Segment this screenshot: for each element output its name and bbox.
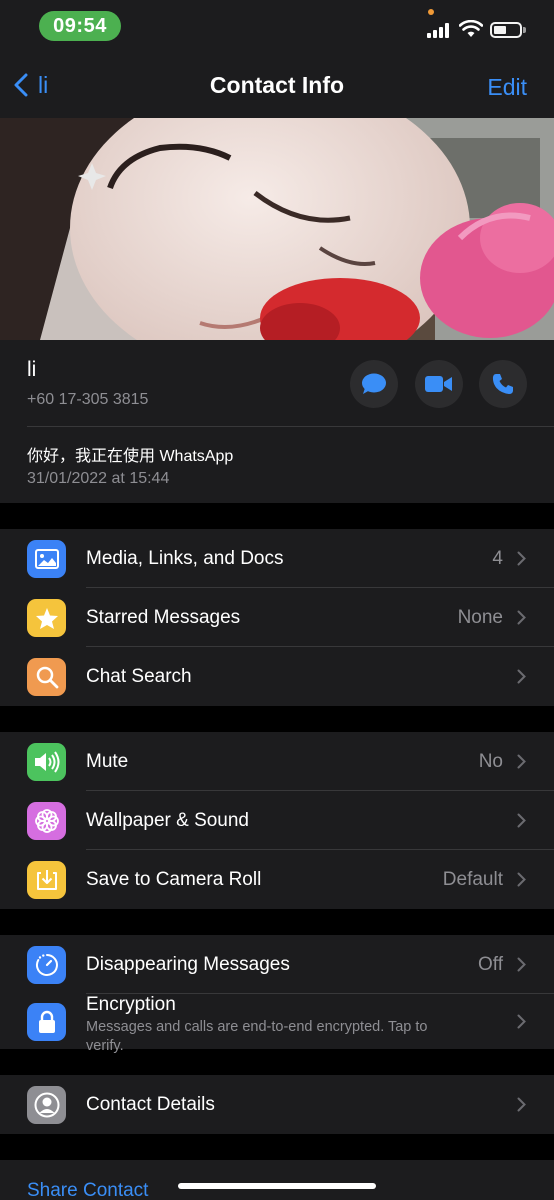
- starred-messages-label: Starred Messages: [86, 606, 241, 628]
- person-circle-icon: [27, 1086, 66, 1124]
- video-call-button[interactable]: [415, 360, 463, 408]
- lock-icon: [27, 1003, 66, 1041]
- save-camera-roll-value: Default: [442, 868, 503, 890]
- wifi-icon: [459, 20, 483, 37]
- cellular-signal-icon: [427, 22, 453, 38]
- contact-name: li: [27, 358, 37, 381]
- privacy-indicator-dot: [428, 9, 434, 15]
- contact-details-group: Contact Details: [0, 1075, 554, 1134]
- mute-value: No: [478, 750, 503, 772]
- status-bar: 09:54: [0, 0, 554, 52]
- contact-phone[interactable]: +60 17-305 3815: [27, 391, 148, 409]
- disappearing-messages-row[interactable]: Disappearing Messages Off: [0, 935, 554, 994]
- chevron-right-icon: [517, 1097, 526, 1112]
- mute-row[interactable]: Mute No: [0, 732, 554, 791]
- encryption-row[interactable]: Encryption Messages and calls are end-to…: [0, 994, 554, 1054]
- speaker-icon: [27, 743, 66, 781]
- home-indicator[interactable]: [178, 1183, 376, 1189]
- message-icon: [362, 373, 386, 394]
- voice-call-button[interactable]: [479, 360, 527, 408]
- profile-photo-image: [0, 118, 554, 340]
- contact-info-card: li +60 17-305 3815 你好，我正在使用 WhatsApp 31/…: [0, 340, 554, 503]
- flower-icon: [27, 802, 66, 840]
- page-title: Contact Info: [209, 72, 345, 98]
- message-button[interactable]: [350, 360, 398, 408]
- chevron-right-icon: [517, 872, 526, 887]
- about-status: 你好，我正在使用 WhatsApp: [27, 448, 234, 465]
- nav-bar: li Contact Info Edit: [0, 52, 554, 118]
- wallpaper-sound-row[interactable]: Wallpaper & Sound: [0, 791, 554, 850]
- save-download-icon: [27, 861, 66, 899]
- media-count: 4: [492, 547, 503, 569]
- chevron-right-icon: [517, 1014, 526, 1029]
- chat-search-row[interactable]: Chat Search: [0, 647, 554, 706]
- divider: [27, 426, 554, 427]
- media-group: Media, Links, and Docs 4 Starred Message…: [0, 529, 554, 706]
- timer-icon: [27, 946, 66, 984]
- privacy-group: Disappearing Messages Off Encryption Mes…: [0, 935, 554, 1054]
- star-icon: [27, 599, 66, 637]
- media-links-docs-row[interactable]: Media, Links, and Docs 4: [0, 529, 554, 588]
- about-date: 31/01/2022 at 15:44: [27, 470, 170, 487]
- profile-photo[interactable]: [0, 118, 554, 340]
- search-icon: [27, 658, 66, 696]
- edit-button[interactable]: Edit: [487, 74, 527, 101]
- video-call-icon: [425, 376, 452, 392]
- chevron-right-icon: [517, 610, 526, 625]
- photo-icon: [27, 540, 66, 578]
- starred-messages-row[interactable]: Starred Messages None: [0, 588, 554, 647]
- chevron-right-icon: [517, 813, 526, 828]
- media-links-docs-label: Media, Links, and Docs: [86, 547, 284, 569]
- chevron-right-icon: [517, 669, 526, 684]
- phone-call-icon: [492, 374, 513, 394]
- contact-details-row[interactable]: Contact Details: [0, 1075, 554, 1134]
- disappearing-messages-value: Off: [478, 953, 503, 975]
- encryption-title: Encryption: [86, 994, 176, 1015]
- disappearing-messages-label: Disappearing Messages: [86, 953, 290, 975]
- battery-icon: [490, 22, 526, 38]
- settings-group: Mute No Wallpaper & Sound Save to Camera…: [0, 732, 554, 909]
- status-time[interactable]: 09:54: [39, 11, 121, 41]
- chevron-right-icon: [517, 957, 526, 972]
- mute-label: Mute: [86, 750, 129, 772]
- share-contact-button[interactable]: Share Contact: [27, 1180, 148, 1200]
- encryption-subtitle: Messages and calls are end-to-end encryp…: [86, 1019, 428, 1054]
- chat-search-label: Chat Search: [86, 665, 192, 687]
- contact-details-label: Contact Details: [86, 1093, 215, 1115]
- chevron-right-icon: [517, 551, 526, 566]
- save-camera-roll-label: Save to Camera Roll: [86, 868, 262, 890]
- save-camera-roll-row[interactable]: Save to Camera Roll Default: [0, 850, 554, 909]
- share-group: Share Contact: [0, 1160, 554, 1200]
- chevron-right-icon: [517, 754, 526, 769]
- wallpaper-sound-label: Wallpaper & Sound: [86, 809, 250, 831]
- starred-messages-value: None: [457, 606, 503, 628]
